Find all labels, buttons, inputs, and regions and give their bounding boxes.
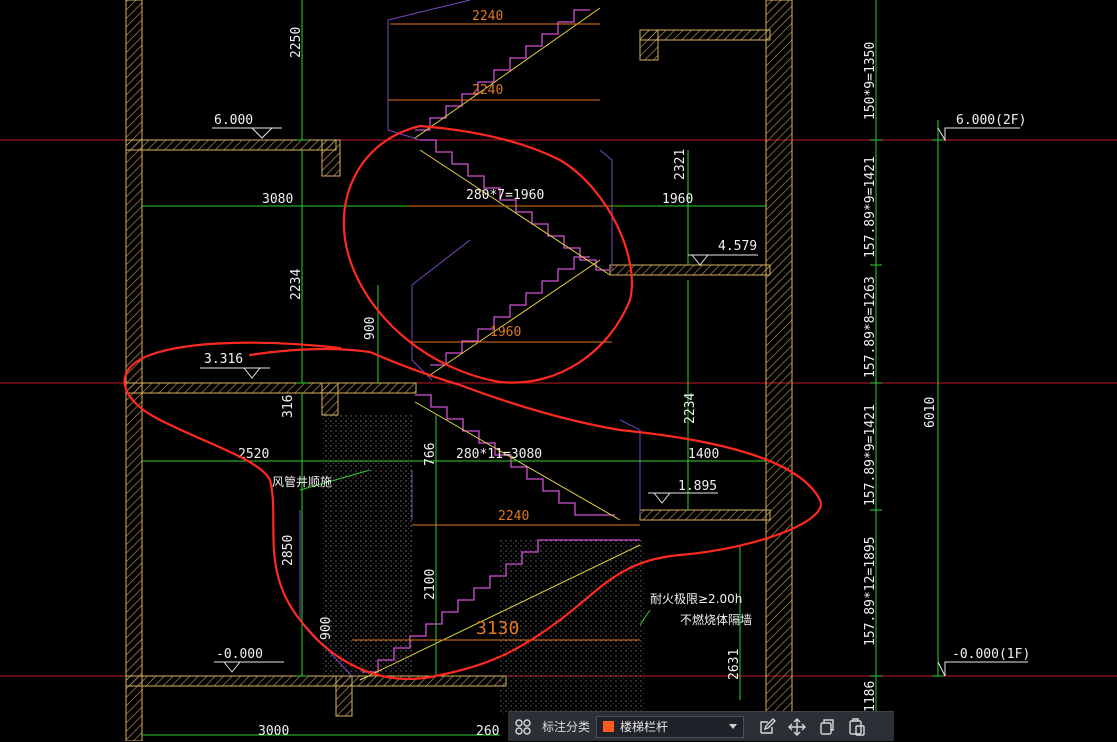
dim-900-lower: 900	[319, 617, 334, 640]
level-1895: 1.895	[678, 479, 717, 494]
cad-drawing-canvas[interactable]: 6.000 6.000(2F) 4.579 3.316 1.895 -0.000…	[0, 0, 1117, 741]
step-dim-3: 157.89*8=1263	[863, 276, 878, 378]
dim-1186: 1186	[863, 681, 878, 712]
category-select-value: 楼梯栏杆	[620, 720, 669, 734]
dim-2631: 2631	[727, 649, 742, 680]
copy-icon[interactable]	[812, 712, 842, 742]
dim-1400: 1400	[688, 447, 719, 462]
step-dim-5: 157.89*12=1895	[863, 536, 878, 646]
dim-2240-top: 2240	[472, 9, 503, 24]
paste-icon[interactable]	[842, 712, 872, 742]
chevron-down-icon	[729, 724, 738, 729]
dim-900-upper: 900	[363, 317, 378, 340]
dim-3130: 3130	[476, 618, 519, 639]
duct-shaft	[322, 415, 412, 675]
dim-2520: 2520	[238, 447, 269, 462]
step-dim-4: 157.89*9=1421	[863, 404, 878, 506]
level-4579: 4.579	[718, 239, 757, 254]
dim-2100: 2100	[423, 569, 438, 600]
dim-2321: 2321	[673, 149, 688, 180]
dim-316: 316	[281, 395, 296, 418]
category-color-swatch	[603, 721, 615, 732]
dim-280x11: 280*11=3080	[456, 447, 542, 462]
level-6000-left: 6.000	[214, 113, 253, 128]
dim-260: 260	[476, 724, 499, 739]
fire-wall-fill	[500, 540, 645, 715]
step-dim-1: 150*9=1350	[863, 42, 878, 120]
annotation-toolbar: 标注分类 楼梯栏杆	[508, 711, 894, 741]
dim-1960-run: 1960	[490, 325, 521, 340]
dim-6010: 6010	[923, 397, 938, 428]
level-0-right: -0.000(1F)	[952, 647, 1030, 662]
dim-280x7: 280*7=1960	[466, 188, 544, 203]
dim-2250: 2250	[289, 27, 304, 58]
dim-2240-low: 2240	[498, 509, 529, 524]
category-select[interactable]: 楼梯栏杆	[596, 715, 745, 738]
level-6000-right: 6.000(2F)	[956, 113, 1026, 128]
dim-766: 766	[423, 443, 438, 466]
move-icon[interactable]	[782, 712, 812, 742]
category-label: 标注分类	[542, 720, 591, 734]
note-fire-rating: 耐火极限≥2.00h	[650, 592, 742, 606]
dim-1960: 1960	[662, 192, 693, 207]
dim-3000: 3000	[258, 724, 289, 739]
step-dim-2: 157.89*9=1421	[863, 156, 878, 258]
note-duct: 风管井顺施	[272, 474, 332, 489]
edit-icon[interactable]	[752, 712, 782, 742]
note-fire-wall: 不燃烧体隔墙	[680, 612, 752, 627]
level-0-left: -0.000	[216, 647, 263, 662]
grid-icon[interactable]	[508, 712, 538, 742]
dim-3080: 3080	[262, 192, 293, 207]
dim-2234-left: 2234	[289, 269, 304, 300]
dim-2234-right: 2234	[683, 393, 698, 424]
level-3316: 3.316	[204, 352, 243, 367]
dim-2240-mid: 2240	[472, 83, 503, 98]
dim-2850: 2850	[281, 535, 296, 566]
